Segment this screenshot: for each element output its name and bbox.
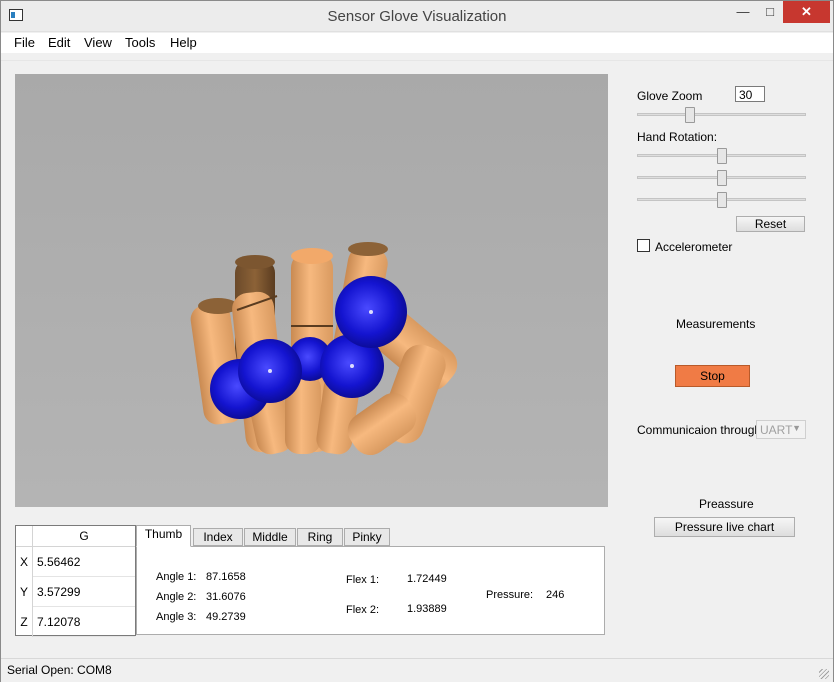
pressure-section-label: Preassure (699, 497, 754, 511)
menu-tools[interactable]: Tools (125, 35, 155, 50)
tab-thumb[interactable]: Thumb (136, 525, 191, 547)
app-window: Sensor Glove Visualization — □ ✕ File Ed… (0, 0, 834, 682)
hand-model (190, 242, 458, 456)
row-header: Z (16, 607, 33, 637)
flex1-label: Flex 1: (346, 574, 380, 586)
menu-file[interactable]: File (14, 35, 35, 50)
reset-button[interactable]: Reset (736, 216, 805, 232)
window-title: Sensor Glove Visualization (327, 8, 507, 25)
chevron-down-icon: ▼ (792, 423, 801, 433)
rotation-z-slider-thumb[interactable] (716, 192, 727, 208)
pressure-value: 246 (546, 589, 565, 601)
table-row: X 5.56462 (16, 547, 135, 577)
glove-3d-viewport[interactable] (15, 74, 608, 507)
menu-bar: File Edit View Tools Help (1, 33, 833, 53)
table-cell[interactable]: 5.56462 (33, 547, 135, 577)
close-button[interactable]: ✕ (783, 1, 830, 23)
table-row: Y 3.57299 (16, 577, 135, 607)
tab-pinky[interactable]: Pinky (344, 528, 390, 546)
accelerometer-label: Accelerometer (655, 240, 733, 254)
menu-edit[interactable]: Edit (48, 35, 70, 50)
status-text: Serial Open: COM8 (7, 663, 112, 677)
angle1-label: Angle 1: (156, 571, 197, 583)
communication-label: Communicaion through (637, 423, 762, 437)
tab-middle[interactable]: Middle (244, 528, 296, 546)
flex1-value: 1.72449 (407, 573, 447, 585)
glove-zoom-slider[interactable] (637, 113, 806, 116)
accel-g-table: G X 5.56462 Y 3.57299 Z 7.12078 (15, 525, 136, 637)
communication-select-value: UART (760, 423, 793, 437)
rotation-x-slider-thumb[interactable] (716, 148, 727, 164)
finger-data-panel: Angle 1: 87.1658 Angle 2: 31.6076 Angle … (136, 546, 605, 635)
glove-zoom-field[interactable]: 30 (735, 86, 765, 102)
menu-view[interactable]: View (84, 35, 112, 50)
tab-ring[interactable]: Ring (297, 528, 343, 546)
row-header: X (16, 547, 33, 577)
maximize-button[interactable]: □ (757, 1, 783, 23)
toolbar-strip (1, 53, 833, 61)
table-header-g: G (33, 526, 135, 547)
rotation-y-slider-thumb[interactable] (716, 170, 727, 186)
angle2-label: Angle 2: (156, 591, 197, 603)
communication-select[interactable]: UART ▼ (756, 420, 806, 439)
pressure-chart-button[interactable]: Pressure live chart (654, 517, 795, 537)
angle3-value: 49.2739 (206, 611, 246, 623)
angle2-value: 31.6076 (206, 591, 246, 603)
title-bar: Sensor Glove Visualization — □ ✕ (1, 1, 833, 32)
accelerometer-checkbox[interactable] (637, 239, 650, 252)
glove-zoom-slider-thumb[interactable] (684, 107, 695, 123)
table-cell[interactable]: 3.57299 (33, 577, 135, 607)
glove-zoom-label: Glove Zoom (637, 89, 703, 103)
flex2-value: 1.93889 (407, 603, 447, 615)
menu-help[interactable]: Help (170, 35, 197, 50)
flex2-label: Flex 2: (346, 604, 380, 616)
tab-index[interactable]: Index (193, 528, 243, 546)
minimize-button[interactable]: — (730, 1, 756, 23)
angle3-label: Angle 3: (156, 611, 197, 623)
hand-rotation-label: Hand Rotation: (637, 130, 718, 144)
resize-grip-icon[interactable] (819, 669, 829, 679)
table-row: Z 7.12078 (16, 607, 135, 637)
angle1-value: 87.1658 (206, 571, 246, 583)
table-cell[interactable]: 7.12078 (33, 607, 135, 637)
status-bar: Serial Open: COM8 (1, 658, 833, 682)
row-header: Y (16, 577, 33, 607)
pressure-label: Pressure: (486, 589, 534, 601)
stop-button[interactable]: Stop (675, 365, 750, 387)
measurements-label: Measurements (676, 317, 756, 331)
table-corner (16, 526, 33, 547)
